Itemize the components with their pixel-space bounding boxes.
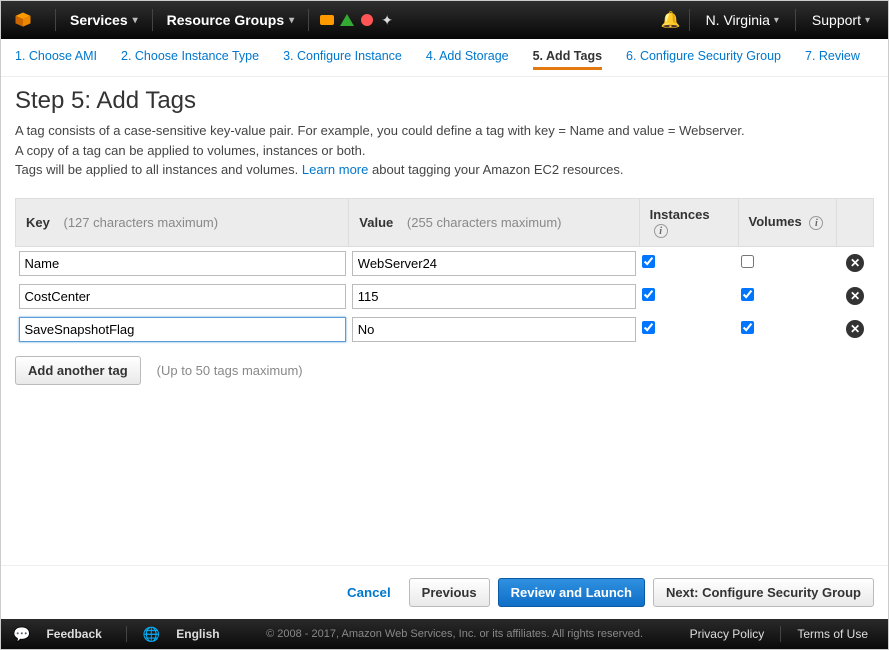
nav-resource-groups-label: Resource Groups xyxy=(167,12,284,28)
delete-tag-button[interactable]: ✕ xyxy=(846,287,864,305)
tags-table: Key (127 characters maximum) Value (255 … xyxy=(15,198,874,346)
action-bar: Cancel Previous Review and Launch Next: … xyxy=(1,565,888,619)
instances-checkbox[interactable] xyxy=(642,255,655,268)
col-header-value: Value (255 characters maximum) xyxy=(349,198,639,246)
desc-line-3: Tags will be applied to all instances an… xyxy=(15,160,874,180)
tag-value-input[interactable] xyxy=(352,251,636,276)
learn-more-link[interactable]: Learn more xyxy=(302,162,368,177)
wizard-step-6[interactable]: 6. Configure Security Group xyxy=(626,49,781,70)
table-row: ✕ xyxy=(16,280,874,313)
page-description: A tag consists of a case-sensitive key-v… xyxy=(15,121,874,180)
wizard-step-4[interactable]: 4. Add Storage xyxy=(426,49,509,70)
nav-resource-groups[interactable]: Resource Groups ▾ xyxy=(161,12,301,28)
review-and-launch-button[interactable]: Review and Launch xyxy=(498,578,645,607)
nav-region-label: N. Virginia xyxy=(706,12,770,28)
col-header-instances: Instances i xyxy=(639,198,738,246)
tag-value-input[interactable] xyxy=(352,317,636,342)
nav-services[interactable]: Services ▾ xyxy=(64,12,144,28)
chevron-down-icon: ▾ xyxy=(133,15,138,26)
volumes-checkbox[interactable] xyxy=(741,288,754,301)
table-row: ✕ xyxy=(16,313,874,346)
speech-bubble-icon: 💬 xyxy=(13,626,30,643)
wizard-step-7[interactable]: 7. Review xyxy=(805,49,860,70)
nav-support[interactable]: Support ▾ xyxy=(804,12,878,28)
col-header-delete xyxy=(837,198,874,246)
cancel-button[interactable]: Cancel xyxy=(337,579,401,606)
instances-checkbox[interactable] xyxy=(642,288,655,301)
nav-services-label: Services xyxy=(70,12,128,28)
chevron-down-icon: ▾ xyxy=(865,15,870,26)
col-header-volumes: Volumes i xyxy=(738,198,837,246)
globe-icon: 🌐 xyxy=(143,626,160,643)
aws-logo-icon[interactable] xyxy=(11,9,37,31)
wizard-step-2[interactable]: 2. Choose Instance Type xyxy=(121,49,259,70)
wizard-step-3[interactable]: 3. Configure Instance xyxy=(283,49,402,70)
info-icon[interactable]: i xyxy=(809,216,823,230)
desc-line-1: A tag consists of a case-sensitive key-v… xyxy=(15,121,874,141)
tag-value-input[interactable] xyxy=(352,284,636,309)
top-nav: Services ▾ Resource Groups ▾ ✦ 🔔 N. Virg… xyxy=(1,1,888,39)
next-button[interactable]: Next: Configure Security Group xyxy=(653,578,874,607)
instances-checkbox[interactable] xyxy=(642,321,655,334)
add-tag-hint: (Up to 50 tags maximum) xyxy=(157,363,303,378)
wizard-step-1[interactable]: 1. Choose AMI xyxy=(15,49,97,70)
terms-of-use-link[interactable]: Terms of Use xyxy=(789,627,876,641)
privacy-policy-link[interactable]: Privacy Policy xyxy=(682,627,773,641)
delete-tag-button[interactable]: ✕ xyxy=(846,320,864,338)
shortcut-icon-2[interactable] xyxy=(337,11,357,29)
previous-button[interactable]: Previous xyxy=(409,578,490,607)
nav-support-label: Support xyxy=(812,12,861,28)
volumes-checkbox[interactable] xyxy=(741,255,754,268)
table-row: ✕ xyxy=(16,246,874,280)
footer-copyright: © 2008 - 2017, Amazon Web Services, Inc.… xyxy=(228,628,682,640)
col-header-key: Key (127 characters maximum) xyxy=(16,198,349,246)
desc-line-2: A copy of a tag can be applied to volume… xyxy=(15,141,874,161)
pin-icon[interactable]: ✦ xyxy=(377,11,397,29)
bell-icon[interactable]: 🔔 xyxy=(661,11,681,29)
chevron-down-icon: ▾ xyxy=(774,15,779,26)
add-tag-row: Add another tag (Up to 50 tags maximum) xyxy=(15,356,874,385)
add-another-tag-button[interactable]: Add another tag xyxy=(15,356,141,385)
footer: 💬 Feedback 🌐 English © 2008 - 2017, Amaz… xyxy=(1,619,888,649)
page-title: Step 5: Add Tags xyxy=(15,87,874,115)
nav-region[interactable]: N. Virginia ▾ xyxy=(698,12,787,28)
shortcut-icon-1[interactable] xyxy=(317,11,337,29)
delete-tag-button[interactable]: ✕ xyxy=(846,254,864,272)
tag-key-input[interactable] xyxy=(19,317,346,342)
shortcut-icon-3[interactable] xyxy=(357,11,377,29)
feedback-link[interactable]: Feedback xyxy=(38,627,109,641)
chevron-down-icon: ▾ xyxy=(289,15,294,26)
tag-key-input[interactable] xyxy=(19,284,346,309)
info-icon[interactable]: i xyxy=(654,224,668,238)
language-link[interactable]: English xyxy=(168,627,227,641)
main-content: Step 5: Add Tags A tag consists of a cas… xyxy=(1,77,888,565)
volumes-checkbox[interactable] xyxy=(741,321,754,334)
wizard-step-5[interactable]: 5. Add Tags xyxy=(533,49,602,70)
tag-key-input[interactable] xyxy=(19,251,346,276)
wizard-steps: 1. Choose AMI 2. Choose Instance Type 3. C… xyxy=(1,39,888,77)
